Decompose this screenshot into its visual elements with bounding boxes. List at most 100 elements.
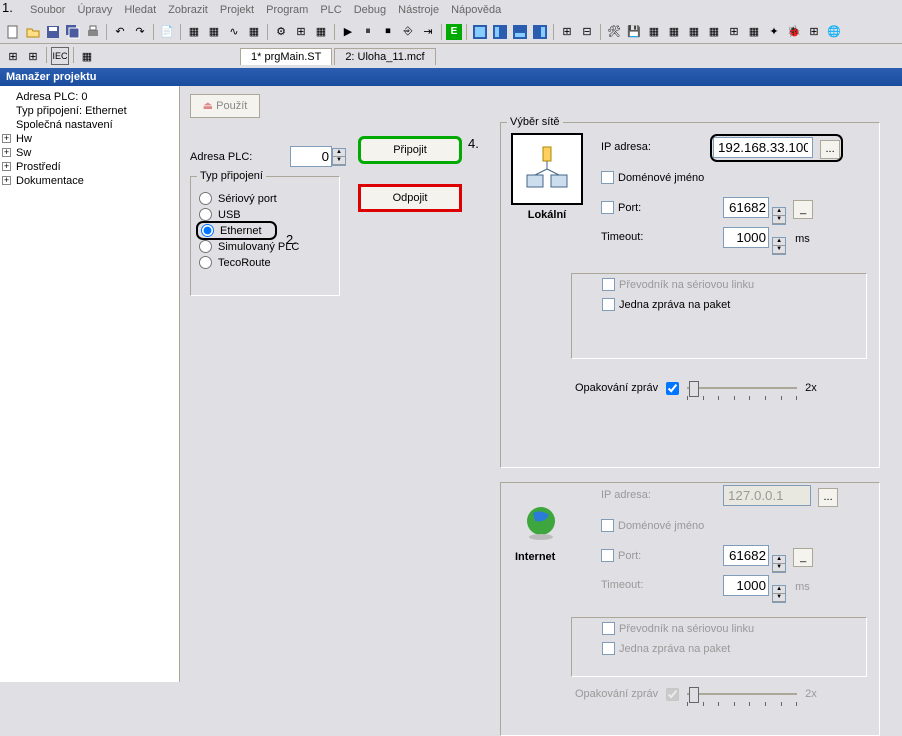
tree-dokumentace[interactable]: +Dokumentace [4,174,175,188]
tb-icon-h[interactable]: ▶ [339,23,357,41]
tb-icon-d[interactable]: ▦ [245,23,263,41]
ext12-icon[interactable]: 🌐 [825,23,843,41]
mini4-icon[interactable]: ▦ [78,47,96,65]
inet-port-spinner[interactable]: ▲▼ [772,555,786,573]
saveall-icon[interactable] [64,23,82,41]
tb-icon-e[interactable]: ⚙ [272,23,290,41]
port-spinner[interactable]: ▲▼ [772,207,786,225]
connect-button[interactable]: Připojit [360,138,460,162]
port-button[interactable]: _ [793,200,813,219]
panel3-icon[interactable] [511,23,529,41]
domain-checkbox[interactable] [601,171,614,184]
menu-upravy[interactable]: Úpravy [77,4,112,16]
disconnect-button[interactable]: Odpojit [360,186,460,210]
ext2-icon[interactable]: 💾 [625,23,643,41]
ext4-icon[interactable]: ▦ [665,23,683,41]
internet-globe-icon[interactable] [521,503,561,546]
port-checkbox[interactable] [601,201,614,214]
doc-icon[interactable]: 📄 [158,23,176,41]
panel2-icon[interactable] [491,23,509,41]
expand-icon[interactable]: + [2,134,11,143]
ext9-icon[interactable]: ✦ [765,23,783,41]
tb-icon-c[interactable]: ∿ [225,23,243,41]
menu-plc[interactable]: PLC [320,4,341,16]
ext6-icon[interactable]: ▦ [705,23,723,41]
tb-icon-f[interactable]: ⊞ [292,23,310,41]
mini2-icon[interactable]: ⊞ [24,47,42,65]
menu-projekt[interactable]: Projekt [220,4,254,16]
repeat-slider[interactable] [687,379,797,397]
tb-icon-j[interactable]: ⏹ [379,23,397,41]
panel4-icon[interactable] [531,23,549,41]
apply-button[interactable]: ⏏ Použít [190,94,260,118]
open-icon[interactable] [24,23,42,41]
menu-napoveda[interactable]: Nápověda [451,4,501,16]
tb-icon-k[interactable]: ⎆ [399,23,417,41]
annotation-4: 4. [468,136,479,151]
undo-icon[interactable]: ↶ [111,23,129,41]
tb-icon-l[interactable]: ⇥ [419,23,437,41]
tb-icon-a[interactable]: ▦ [185,23,203,41]
inet-port-input[interactable] [723,545,769,566]
inet-ip-browse[interactable]: ... [818,488,838,507]
tree-sw[interactable]: +Sw [4,146,175,160]
timeout-spinner[interactable]: ▲▼ [772,237,786,255]
tb-icon-i[interactable]: ⏸ [359,23,377,41]
repeat-checkbox[interactable] [666,382,679,395]
expand-icon[interactable]: + [2,162,11,171]
tree-hw[interactable]: +Hw [4,132,175,146]
radio-teco[interactable] [199,256,212,269]
radio-usb[interactable] [199,208,212,221]
expand-icon[interactable]: + [2,148,11,157]
layout2-icon[interactable]: ⊟ [578,23,596,41]
timeout-input[interactable] [723,227,769,248]
radio-sim[interactable] [199,240,212,253]
tab-uloha[interactable]: 2: Uloha_11.mcf [334,48,435,65]
plc-addr-input[interactable] [290,146,332,167]
ext10-icon[interactable]: 🐞 [785,23,803,41]
print-icon[interactable] [84,23,102,41]
conv-checkbox[interactable] [602,278,615,291]
tree-prostredi[interactable]: +Prostředí [4,160,175,174]
onemsg-checkbox[interactable] [602,298,615,311]
menu-program[interactable]: Program [266,4,308,16]
inet-timeout-input[interactable] [723,575,769,596]
ip-input[interactable] [713,137,813,158]
conv-label: Převodník na sériovou linku [619,279,754,291]
new-icon[interactable] [4,23,22,41]
panel1-icon[interactable] [471,23,489,41]
menu-soubor[interactable]: Soubor [30,4,65,16]
tree-spolecna[interactable]: Společná nastavení [4,118,175,132]
port-input[interactable] [723,197,769,218]
ext1-icon[interactable]: 🛠 [605,23,623,41]
local-network-icon[interactable] [511,133,583,205]
tab-prgmain[interactable]: 1* prgMain.ST [240,48,332,65]
tb-icon-b[interactable]: ▦ [205,23,223,41]
tb-e-icon[interactable]: E [446,24,462,40]
tabs-row: ⊞ ⊞ IEC ▦ 1* prgMain.ST 2: Uloha_11.mcf [0,44,902,68]
plc-addr-spinner[interactable]: ▲▼ [332,148,346,166]
ext3-icon[interactable]: ▦ [645,23,663,41]
ext8-icon[interactable]: ▦ [745,23,763,41]
layout1-icon[interactable]: ⊞ [558,23,576,41]
mini1-icon[interactable]: ⊞ [4,47,22,65]
ext11-icon[interactable]: ⊞ [805,23,823,41]
tree-plc-addr[interactable]: Adresa PLC: 0 [4,90,175,104]
expand-icon[interactable]: + [2,176,11,185]
ext7-icon[interactable]: ⊞ [725,23,743,41]
redo-icon[interactable]: ↷ [131,23,149,41]
tb-icon-g[interactable]: ▦ [312,23,330,41]
ext5-icon[interactable]: ▦ [685,23,703,41]
menu-debug[interactable]: Debug [354,4,386,16]
save-icon[interactable] [44,23,62,41]
radio-serial[interactable] [199,192,212,205]
menu-nastroje[interactable]: Nástroje [398,4,439,16]
inet-timeout-spinner[interactable]: ▲▼ [772,585,786,603]
menu-hledat[interactable]: Hledat [124,4,156,16]
tree-conn-type[interactable]: Typ připojení: Ethernet [4,104,175,118]
inet-port-button[interactable]: _ [793,548,813,567]
radio-ethernet[interactable] [201,224,214,237]
menu-zobrazit[interactable]: Zobrazit [168,4,208,16]
mini3-icon[interactable]: IEC [51,47,69,65]
ip-browse-button[interactable]: ... [820,140,840,159]
